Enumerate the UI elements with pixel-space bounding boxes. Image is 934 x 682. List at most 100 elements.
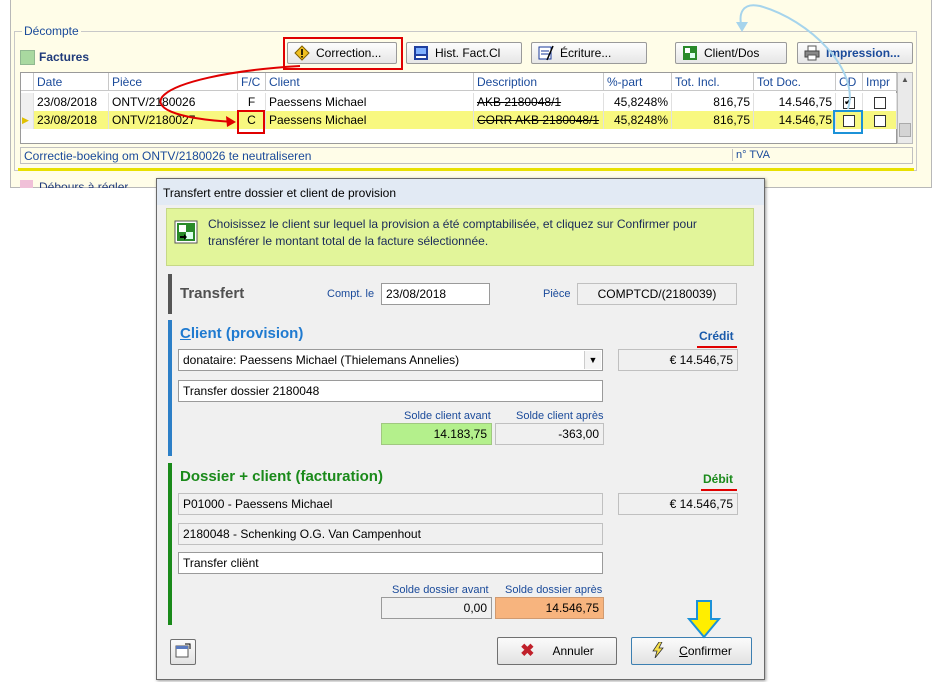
factures-color-swatch: [20, 50, 35, 65]
row-pointer-icon: ▶: [21, 111, 34, 129]
scroll-up-icon[interactable]: ▲: [898, 73, 912, 87]
journal-entry-icon: [538, 45, 554, 61]
row1-piece[interactable]: ONTV/2180026: [109, 93, 238, 111]
lightning-icon: [651, 641, 665, 661]
row1-cd-cell: [836, 93, 863, 111]
row1-impr-checkbox[interactable]: [873, 96, 886, 109]
factures-grid: Date Pièce F/C Client Description %-part…: [20, 72, 897, 144]
ecriture-label: Écriture...: [560, 46, 612, 60]
confirmer-mnemonic: C: [679, 644, 688, 658]
row2-piece[interactable]: ONTV/2180027: [109, 111, 238, 129]
col-header-part[interactable]: %-part: [604, 73, 672, 91]
cancel-x-icon: ✖: [520, 641, 535, 660]
debit-amount: € 14.546,75: [618, 493, 738, 515]
row2-tot-incl[interactable]: 816,75: [672, 111, 754, 129]
row1-impr-cell: [863, 93, 897, 111]
col-header-tot-incl[interactable]: Tot. Incl.: [672, 73, 754, 91]
history-icon: [413, 45, 429, 61]
dossier-value: 2180048 - Schenking O.G. Van Campenhout: [178, 523, 603, 545]
solde-dossier-apres-label: Solde dossier après: [505, 584, 603, 596]
row2-description[interactable]: CORR AKB 2180048/1: [474, 111, 604, 129]
credit-underline: [697, 346, 737, 348]
col-header-cd[interactable]: CD: [836, 73, 863, 91]
row1-cd-checkbox[interactable]: [843, 94, 855, 111]
row1-client[interactable]: Paessens Michael: [266, 93, 474, 111]
info-text: Choisissez le client sur lequel la provi…: [208, 217, 697, 248]
scroll-thumb[interactable]: [899, 123, 911, 137]
solde-client-apres-label: Solde client après: [516, 410, 604, 422]
row2-date[interactable]: 23/08/2018: [34, 111, 109, 129]
confirmer-rest: onfirmer: [687, 644, 732, 658]
solde-client-avant-value: 14.183,75: [381, 423, 492, 445]
credit-label: Crédit: [699, 329, 734, 343]
row1-tot-doc[interactable]: 14.546,75: [754, 93, 836, 111]
col-header-impr[interactable]: Impr: [863, 73, 897, 91]
dossier-facturation-title: Dossier + client (facturation): [180, 468, 383, 485]
transfer-icon: [682, 45, 698, 61]
client-comment-input[interactable]: Transfer dossier 2180048: [178, 380, 603, 402]
solde-dossier-avant-label: Solde dossier avant: [392, 584, 489, 596]
piece-value: COMPTCD/(2180039): [577, 283, 737, 305]
row-indicator: [21, 93, 34, 111]
dossier-comment-input[interactable]: Transfer cliënt: [178, 552, 603, 574]
dropdown-arrow-icon[interactable]: ▼: [584, 351, 601, 369]
row1-description[interactable]: AKB 2180048/1: [474, 93, 604, 111]
credit-amount: € 14.546,75: [618, 349, 738, 371]
debours-label: Débours à régler: [39, 180, 129, 188]
tva-label: n° TVA: [732, 149, 770, 161]
printer-icon: [804, 45, 820, 61]
fc-highlight-box: [237, 110, 265, 134]
factures-label: Factures: [39, 50, 90, 64]
options-button[interactable]: [170, 639, 196, 665]
debit-underline: [701, 489, 737, 491]
cd-highlight-box: [833, 110, 863, 134]
compt-date-input[interactable]: 23/08/2018: [381, 283, 490, 305]
impression-button[interactable]: Impression...: [797, 42, 913, 64]
hist-fact-label: Hist. Fact.Cl: [435, 46, 501, 60]
client-title-rest: lient (provision): [190, 325, 304, 342]
client-select-value: donataire: Paessens Michael (Thielemans …: [183, 353, 460, 367]
separator-line: [18, 168, 914, 171]
row1-tot-incl[interactable]: 816,75: [672, 93, 754, 111]
row2-part[interactable]: 45,8248%: [604, 111, 672, 129]
col-header-date[interactable]: Date: [34, 73, 109, 91]
annuler-button[interactable]: ✖ Annuler: [497, 637, 617, 665]
dialog-title: Transfert entre dossier et client de pro…: [163, 186, 396, 200]
row-indicator-header: [21, 73, 34, 91]
row2-impr-checkbox[interactable]: [873, 114, 886, 127]
decompte-title: Décompte: [22, 24, 81, 38]
col-header-piece[interactable]: Pièce: [109, 73, 238, 91]
row2-client[interactable]: Paessens Michael: [266, 111, 474, 129]
correction-highlight-box: [283, 37, 403, 70]
confirmer-button[interactable]: Confirmer: [631, 637, 752, 665]
row1-fc[interactable]: F: [238, 93, 266, 111]
compt-date-label: Compt. le: [327, 288, 375, 300]
status-text: Correctie-boeking om ONTV/2180026 te neu…: [24, 149, 312, 163]
solde-client-apres-value: -363,00: [495, 423, 604, 445]
col-header-description[interactable]: Description: [474, 73, 604, 91]
client-dos-button[interactable]: Client/Dos: [675, 42, 787, 64]
ecriture-button[interactable]: Écriture...: [531, 42, 647, 64]
annuler-label: Annuler: [552, 644, 594, 658]
hist-fact-button[interactable]: Hist. Fact.Cl: [406, 42, 522, 64]
piece-label: Pièce: [543, 288, 571, 300]
transfert-label: Transfert: [180, 285, 245, 302]
col-header-tot-doc[interactable]: Tot Doc.: [754, 73, 836, 91]
solde-dossier-apres-value: 14.546,75: [495, 597, 604, 619]
solde-dossier-avant-value: 0,00: [381, 597, 492, 619]
col-header-fc[interactable]: F/C: [238, 73, 266, 91]
debours-color-swatch: [20, 180, 33, 188]
grid-scrollbar[interactable]: ▲: [897, 72, 913, 144]
client-dos-label: Client/Dos: [704, 46, 760, 60]
client-provision-title: Client (provision): [180, 325, 303, 342]
col-header-client[interactable]: Client: [266, 73, 474, 91]
client-select[interactable]: donataire: Paessens Michael (Thielemans …: [178, 349, 603, 371]
debit-label: Débit: [703, 472, 733, 486]
row2-tot-doc[interactable]: 14.546,75: [754, 111, 836, 129]
row1-date[interactable]: 23/08/2018: [34, 93, 109, 111]
impression-label: Impression...: [826, 46, 901, 60]
transfer-icon: [174, 220, 198, 244]
row2-impr-cell: [863, 111, 897, 129]
row1-part[interactable]: 45,8248%: [604, 93, 672, 111]
dossier-client-value: P01000 - Paessens Michael: [178, 493, 603, 515]
